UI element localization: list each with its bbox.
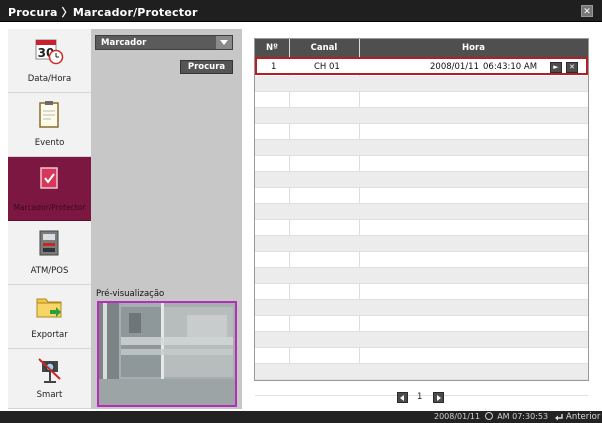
table-row-empty [255,156,588,172]
search-type-dropdown[interactable]: Marcador [95,35,233,50]
preview-image [97,301,237,407]
table-row-empty [255,92,588,108]
play-icon[interactable]: ► [550,62,562,73]
table-row-empty [255,172,588,188]
cell-channel: CH 01 [314,62,340,72]
sidebar: 30 Data/Hora Evento Marcador/Protector A… [8,29,91,409]
table-row-empty [255,364,588,380]
table-row-empty [255,236,588,252]
cell-date: 2008/01/11 [430,62,479,72]
chevron-down-icon[interactable] [216,36,232,49]
table-row-empty [255,300,588,316]
cell-time: 06:43:10 AM [483,62,538,72]
sidebar-item-marcador-protector[interactable]: Marcador/Protector [8,157,91,221]
table-row-empty [255,348,588,364]
table-row-empty [255,124,588,140]
search-panel: Marcador Procura Pré-visualização [91,29,242,409]
next-page-icon[interactable] [433,392,444,403]
table-row-empty [255,316,588,332]
return-arrow-icon [555,414,563,421]
column-header-hora: Hora [462,43,485,53]
status-datetime: 2008/01/11 AM 07:30:53 [434,411,548,423]
sidebar-item-label: Evento [34,138,65,148]
back-label: Anterior [566,412,601,422]
results-table: Nº Canal Hora 1 CH 01 2008/01/11 06:43:1… [254,38,589,396]
sidebar-item-label: Marcador/Protector [13,203,86,212]
table-row-empty [255,284,588,300]
sidebar-item-label: ATM/POS [30,266,69,276]
table-row-empty [255,76,588,92]
cell-no: 1 [271,62,277,72]
table-row-empty [255,268,588,284]
title-bar: Procura 〉Marcador/Protector ✕ [0,0,602,22]
back-button[interactable]: Anterior [554,411,602,423]
event-clipboard-icon [39,101,59,128]
preview-label: Pré-visualização [96,289,165,299]
sidebar-item-smart[interactable]: Smart [8,349,91,409]
table-row-empty [255,204,588,220]
table-row[interactable]: 1 CH 01 2008/01/11 06:43:10 AM ► ✕ [255,57,588,75]
calendar-clock-icon: 30 [35,39,64,65]
table-row-empty [255,332,588,348]
column-header-no: Nº [266,43,278,53]
column-header-canal: Canal [310,43,338,53]
sidebar-item-label: Exportar [31,330,68,340]
status-date: 2008/01/11 [434,412,481,421]
sidebar-item-data-hora[interactable]: 30 Data/Hora [8,29,91,93]
table-row-empty [255,140,588,156]
search-button[interactable]: Procura [180,60,233,74]
preview-camera-frame [99,303,235,405]
table-row-empty [255,252,588,268]
previous-page-icon[interactable] [397,392,408,403]
table-row-empty [255,188,588,204]
close-icon[interactable]: ✕ [581,5,593,17]
delete-icon[interactable]: ✕ [566,62,578,73]
bookmark-protector-icon [40,167,58,189]
table-header: Nº Canal Hora [255,39,588,57]
status-time: AM 07:30:53 [497,412,549,421]
sidebar-item-label: Smart [36,390,63,400]
sidebar-item-atm-pos[interactable]: ATM/POS [8,221,91,285]
status-bar: 2008/01/11 AM 07:30:53 Anterior [0,411,602,423]
export-folder-icon [36,298,62,318]
search-type-value: Marcador [101,38,147,48]
clock-icon [484,412,493,420]
page-number: 1 [417,392,423,402]
atm-pos-icon [39,230,59,256]
smart-camera-icon [38,358,61,383]
sidebar-item-evento[interactable]: Evento [8,93,91,157]
table-row-empty [255,220,588,236]
table-row-empty [255,108,588,124]
sidebar-item-label: Data/Hora [27,74,72,84]
window-title: Procura 〉Marcador/Protector [8,6,198,19]
sidebar-item-exportar[interactable]: Exportar [8,285,91,349]
